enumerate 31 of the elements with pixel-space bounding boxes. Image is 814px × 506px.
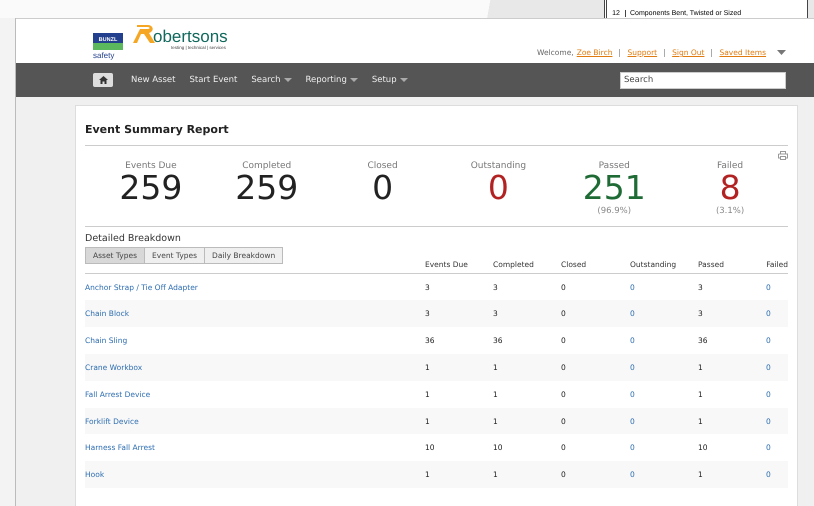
metric-value: 8 xyxy=(720,171,741,206)
caret-icon xyxy=(400,78,408,82)
report-title: Event Summary Report xyxy=(85,106,788,146)
metric-label: Passed xyxy=(598,161,630,171)
logo-text: obertsons xyxy=(153,28,228,45)
nav-item[interactable]: New Asset xyxy=(131,75,176,85)
metric-value: 259 xyxy=(235,171,298,206)
metric-percent: (96.9%) xyxy=(597,206,632,218)
metric-label: Events Due xyxy=(125,161,177,171)
caret-icon xyxy=(284,78,292,82)
brand-text: safety xyxy=(93,51,114,60)
metric-label: Outstanding xyxy=(470,161,526,171)
print-icon[interactable] xyxy=(778,151,788,160)
nav-item[interactable]: Reporting xyxy=(306,75,358,85)
metric-value: 0 xyxy=(372,171,394,206)
metric-value: 0 xyxy=(488,171,509,206)
caret-icon xyxy=(350,78,358,82)
nav-item[interactable]: Search xyxy=(251,75,292,85)
metric-value: 251 xyxy=(582,171,646,206)
caret-icon[interactable] xyxy=(777,50,786,55)
metric-label: Failed xyxy=(717,161,744,171)
nav-item[interactable]: Setup xyxy=(372,75,408,85)
search-field[interactable]: Search xyxy=(620,72,786,88)
nav-item[interactable]: Start Event xyxy=(189,75,238,85)
metric-percent: (3.1%) xyxy=(716,206,744,218)
metric-value: 259 xyxy=(119,171,182,206)
metric-label: Closed xyxy=(367,161,398,171)
home-button[interactable] xyxy=(93,73,113,87)
home-icon xyxy=(98,76,108,84)
section-title: Detailed Breakdown xyxy=(85,232,182,244)
metric-label: Completed xyxy=(242,161,292,171)
